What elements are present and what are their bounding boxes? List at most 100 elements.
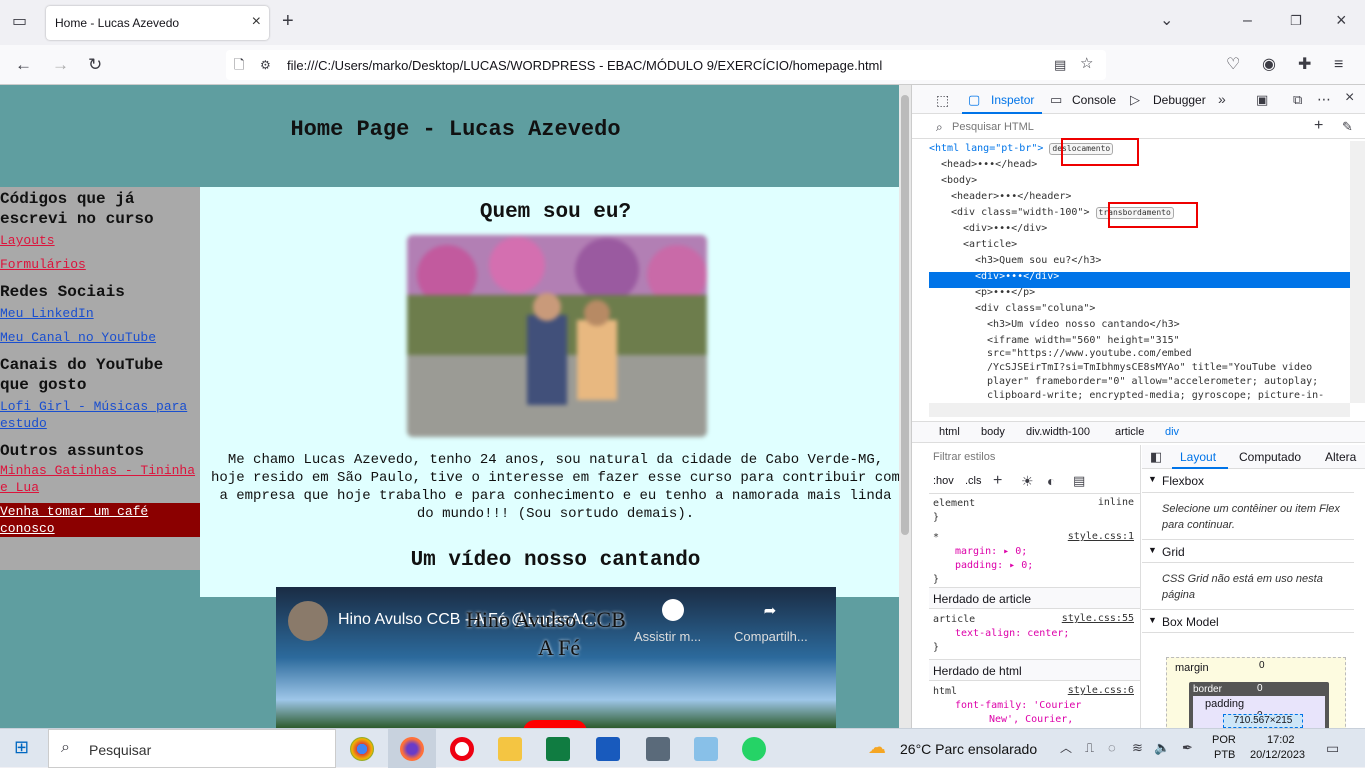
flexbox-section[interactable]: ▼ Flexbox — [1142, 469, 1354, 493]
more-tabs-icon[interactable]: » — [1218, 91, 1226, 107]
link-youtube-channel[interactable]: Meu Canal no YouTube — [0, 329, 200, 346]
watch-later-label[interactable]: Assistir m... — [634, 629, 701, 644]
new-tab-icon[interactable]: + — [282, 11, 294, 31]
tab-debugger[interactable]: Debugger — [1153, 93, 1206, 107]
boxmodel-section[interactable]: ▼ Box Model — [1142, 609, 1354, 633]
markup-node[interactable]: <html lang="pt-br"> — [929, 143, 1043, 154]
light-mode-icon[interactable]: ☀ — [1021, 473, 1034, 489]
more-options-icon[interactable]: ⋯ — [1317, 91, 1331, 107]
link-lofi-girl[interactable]: Lofi Girl - Músicas para estudo — [0, 398, 200, 432]
markup-node[interactable]: /YcSJSEirTmI?si=TmIbhmysCE8sMYAo" title=… — [987, 362, 1312, 373]
pocket-icon[interactable]: ♡ — [1226, 57, 1240, 73]
word-icon[interactable] — [596, 737, 620, 761]
markup-node[interactable]: <h3>Um vídeo nosso cantando</h3> — [987, 319, 1180, 330]
window-close-icon[interactable]: × — [1336, 11, 1347, 29]
crumb-html[interactable]: html — [939, 426, 960, 438]
link-cafe[interactable]: Venha tomar um café conosco — [0, 503, 200, 537]
extensions-icon[interactable]: ✚ — [1298, 57, 1311, 73]
bookmark-star-icon[interactable]: ☆ — [1080, 56, 1093, 72]
back-arrow-icon[interactable]: ← — [15, 56, 32, 73]
tab-computed[interactable]: Computado — [1239, 450, 1301, 464]
browser-tab[interactable]: Home - Lucas Azevedo × — [46, 6, 269, 40]
weather-icon[interactable]: ☁ — [868, 738, 886, 756]
markup-node[interactable]: src="https://www.youtube.com/embed — [987, 348, 1192, 359]
rule-property[interactable]: New', Courier, — [989, 713, 1073, 727]
markup-node[interactable]: clipboard-write; encrypted-media; gyrosc… — [987, 390, 1324, 401]
tab-inspector[interactable]: Inspetor — [991, 93, 1034, 107]
excel-icon[interactable] — [546, 737, 570, 761]
forward-arrow-icon[interactable]: → — [52, 56, 69, 73]
link-formularios[interactable]: Formulários — [0, 256, 200, 273]
html-search-input[interactable]: Pesquisar HTML — [952, 121, 1034, 133]
markup-h-scrollbar[interactable] — [929, 403, 1350, 417]
clock-date[interactable]: 20/12/2023 — [1250, 749, 1305, 761]
chevron-down-icon[interactable]: ⌄ — [1160, 13, 1173, 29]
markup-node[interactable]: <div>•••</div> — [963, 223, 1047, 234]
file-explorer-icon[interactable] — [498, 737, 522, 761]
menu-icon[interactable]: ≡ — [1334, 57, 1343, 73]
clock-time[interactable]: 17:02 — [1267, 734, 1295, 746]
html-search[interactable]: ⌕ Pesquisar HTML + ✎ — [912, 115, 1365, 139]
crumb-article[interactable]: article — [1115, 426, 1144, 438]
snipping-tool-icon[interactable] — [694, 737, 718, 761]
close-tab-icon[interactable]: × — [252, 13, 261, 31]
markup-node[interactable]: <head>•••</head> — [941, 159, 1037, 170]
rule-source-link[interactable]: style.css:55 — [1062, 613, 1134, 624]
tab-console[interactable]: Console — [1072, 93, 1116, 107]
weather-text[interactable]: 26°C Parc ensolarado — [900, 741, 1037, 757]
responsive-icon[interactable]: ▣ — [1256, 92, 1268, 108]
rule-source-link[interactable]: style.css:6 — [1068, 685, 1134, 696]
tab-overview-icon[interactable]: ▭ — [12, 14, 27, 30]
share-label[interactable]: Compartilh... — [734, 629, 808, 644]
grid-section[interactable]: ▼ Grid — [1142, 539, 1354, 563]
reader-view-icon[interactable]: ▤ — [1054, 57, 1066, 73]
page-scrollbar[interactable] — [899, 85, 911, 728]
dark-mode-icon[interactable]: ◐ — [1047, 473, 1055, 489]
link-gatinhas[interactable]: Minhas Gatinhas - Tininha e Lua — [0, 462, 200, 496]
rule-property[interactable]: text-align: center; — [955, 627, 1069, 641]
pen-icon[interactable]: ✒ — [1182, 740, 1193, 756]
share-icon[interactable]: ➦ — [764, 599, 776, 625]
markup-node[interactable]: <body> — [941, 175, 977, 186]
rule-property[interactable]: margin: ▸ 0; — [955, 545, 1027, 559]
rule-source-link[interactable]: style.css:1 — [1068, 531, 1134, 542]
rule-property[interactable]: font-family: 'Courier — [955, 699, 1081, 713]
hov-toggle[interactable]: :hov — [933, 475, 954, 487]
opera-icon[interactable] — [450, 737, 474, 761]
tray-network-icon[interactable]: ◌ — [1108, 740, 1116, 756]
eyedropper-icon[interactable]: ✎ — [1342, 119, 1353, 135]
tab-changes[interactable]: Altera — [1325, 450, 1356, 464]
markup-node[interactable]: <article> — [963, 239, 1017, 250]
minimize-icon[interactable]: – — [1243, 13, 1252, 29]
channel-avatar[interactable] — [288, 601, 328, 641]
whatsapp-icon[interactable] — [742, 737, 766, 761]
calculator-icon[interactable] — [646, 737, 670, 761]
restore-icon[interactable]: ❐ — [1290, 13, 1302, 29]
notifications-icon[interactable]: ▭ — [1326, 740, 1339, 756]
markup-node[interactable]: <iframe width="560" height="315" — [987, 335, 1180, 346]
youtube-embed[interactable]: Hino Avulso CCB - A Fé @LucasAz... Hino … — [276, 587, 836, 728]
markup-node[interactable]: <header>•••</header> — [951, 191, 1071, 202]
markup-scrollbar[interactable] — [1350, 141, 1365, 403]
account-icon[interactable]: ◉ — [1262, 57, 1276, 73]
link-layouts[interactable]: Layouts — [0, 232, 200, 249]
address-bar[interactable]: 🗋 ⚙ file:///C:/Users/marko/Desktop/LUCAS… — [226, 50, 1106, 80]
lang-secondary[interactable]: PTB — [1214, 749, 1235, 761]
tray-chevron-icon[interactable]: ︿ — [1060, 740, 1072, 756]
add-node-icon[interactable]: + — [1314, 118, 1323, 134]
crumb-div-width[interactable]: div.width-100 — [1026, 426, 1090, 438]
play-button[interactable] — [523, 720, 587, 728]
markup-node[interactable]: <div class="coluna"> — [975, 303, 1095, 314]
tray-device-icon[interactable]: ⎍ — [1085, 740, 1094, 756]
reload-icon[interactable]: ↻ — [88, 56, 102, 73]
taskbar-search[interactable]: ⌕ Pesquisar — [48, 729, 336, 768]
element-picker-icon[interactable]: ⬚ — [936, 92, 949, 108]
dock-icon[interactable]: ⧉ — [1293, 92, 1302, 108]
volume-icon[interactable]: 🔈 — [1154, 740, 1170, 756]
lang-primary[interactable]: POR — [1212, 734, 1236, 746]
crumb-div[interactable]: div — [1165, 426, 1179, 438]
permissions-icon[interactable]: ⚙ — [260, 57, 271, 73]
markup-node[interactable]: <p>•••</p> — [975, 287, 1035, 298]
windows-start-icon[interactable]: ⊞ — [14, 738, 29, 756]
markup-node[interactable]: <h3>Quem sou eu?</h3> — [975, 255, 1101, 266]
